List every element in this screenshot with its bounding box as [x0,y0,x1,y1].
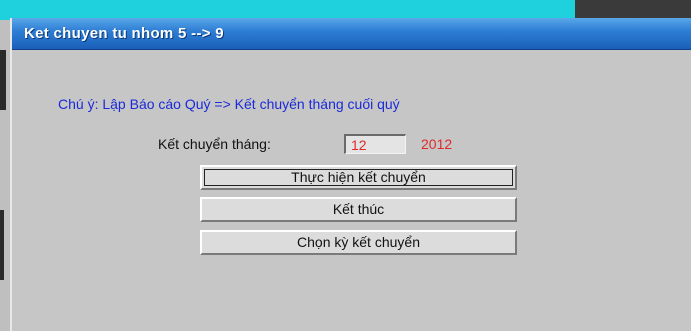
year-value: 2012 [421,136,453,152]
finish-button[interactable]: Kết thúc [200,197,517,222]
background-left-shadow [0,50,6,110]
month-input[interactable] [344,134,406,154]
month-label: Kết chuyển tháng: [158,136,271,152]
window-title: Ket chuyen tu nhom 5 --> 9 [24,25,224,42]
choose-period-button[interactable]: Chọn kỳ kết chuyển [200,230,517,255]
title-bar[interactable]: Ket chuyen tu nhom 5 --> 9 [12,18,691,50]
background-left-shadow-lower [0,210,4,280]
dialog-window: Ket chuyen tu nhom 5 --> 9 Chú ý: Lập Bá… [10,18,691,331]
note-text: Chú ý: Lập Báo cáo Quý => Kết chuyển thá… [58,96,400,112]
execute-transfer-button[interactable]: Thực hiện kết chuyển [200,165,517,190]
